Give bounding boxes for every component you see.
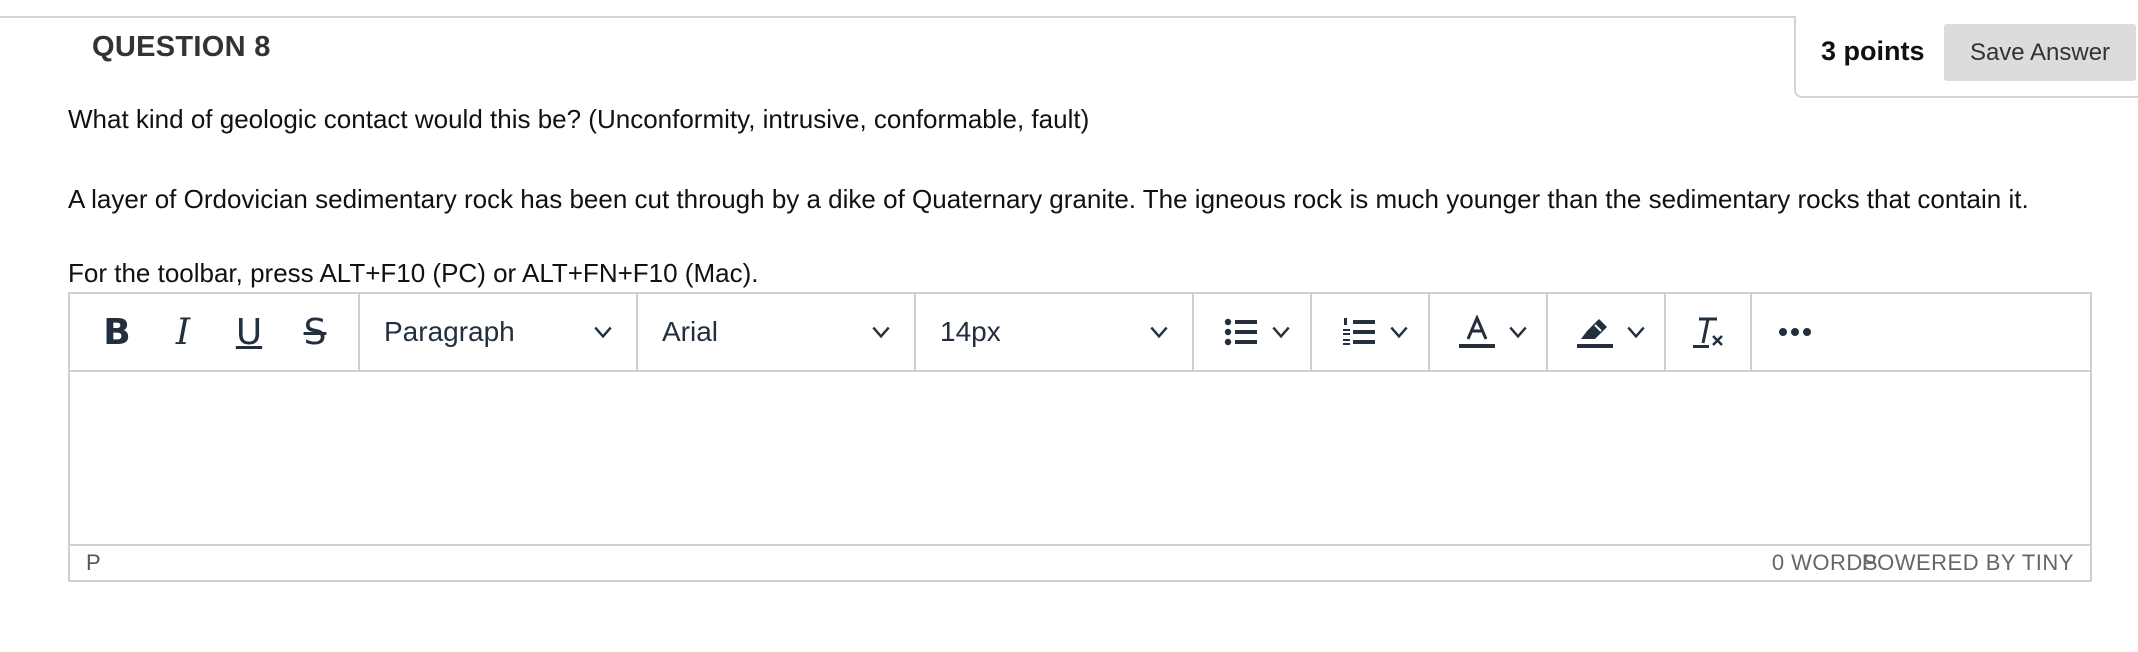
strikethrough-button[interactable]: S	[282, 294, 348, 370]
chevron-down-icon	[1509, 326, 1527, 339]
italic-button[interactable]: I	[150, 294, 216, 370]
question-scenario: A layer of Ordovician sedimentary rock h…	[68, 184, 2029, 214]
font-family-value: Arial	[662, 316, 719, 347]
chevron-down-icon	[1390, 326, 1408, 339]
underline-button[interactable]: U	[216, 294, 282, 370]
chevron-down-icon	[872, 326, 890, 339]
highlight-color-button[interactable]	[1548, 294, 1666, 370]
highlight-color-icon	[1577, 319, 1613, 348]
bold-button[interactable]: B	[84, 294, 150, 370]
font-size-value: 14px	[940, 316, 1001, 347]
element-path[interactable]: P	[86, 550, 101, 576]
points-label: 3 points	[1821, 36, 1925, 66]
save-answer-button[interactable]: Save Answer	[1944, 24, 2136, 81]
font-family-select[interactable]: Arial	[638, 294, 916, 370]
question-prompt: What kind of geologic contact would this…	[68, 104, 1090, 134]
numbered-list-button[interactable]	[1312, 294, 1430, 370]
bullet-list-icon	[1224, 318, 1257, 346]
chevron-down-icon	[1272, 326, 1290, 339]
font-size-select[interactable]: 14px	[916, 294, 1194, 370]
chevron-down-icon	[1150, 326, 1168, 339]
rich-text-editor: B I U S Paragraph Arial 14px P 0 WORDS P…	[68, 292, 2092, 582]
clear-formatting-icon	[1693, 317, 1723, 348]
numbered-list-icon	[1343, 318, 1375, 345]
chevron-down-icon	[1627, 326, 1645, 339]
toolbar-hint: For the toolbar, press ALT+F10 (PC) or A…	[68, 258, 759, 288]
text-color-button[interactable]	[1430, 294, 1548, 370]
format-group: B I U S	[70, 294, 360, 370]
editor-toolbar: B I U S Paragraph Arial 14px	[70, 294, 2090, 372]
editor-content-area[interactable]	[70, 372, 2090, 544]
block-format-select[interactable]: Paragraph	[360, 294, 638, 370]
question-title: QUESTION 8	[92, 31, 271, 63]
more-button[interactable]	[1752, 294, 1838, 370]
clear-formatting-button[interactable]	[1666, 294, 1752, 370]
more-icon	[1779, 328, 1811, 336]
points-panel: 3 points Save Answer	[1794, 16, 2138, 98]
chevron-down-icon	[594, 326, 612, 339]
block-format-value: Paragraph	[384, 316, 515, 347]
text-color-icon	[1459, 315, 1495, 348]
bullet-list-button[interactable]	[1194, 294, 1312, 370]
powered-by-link[interactable]: POWERED BY TINY	[1862, 550, 2074, 576]
editor-statusbar: P 0 WORDS POWERED BY TINY	[70, 544, 2090, 580]
